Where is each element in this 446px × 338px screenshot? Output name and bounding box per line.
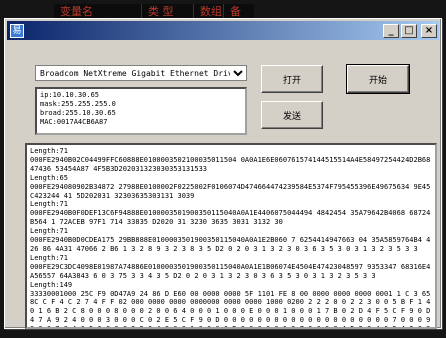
title-bar[interactable]: 易 _ □ × bbox=[7, 21, 439, 40]
maximize-button[interactable]: □ bbox=[401, 23, 417, 38]
app-icon: 易 bbox=[10, 23, 24, 38]
start-button[interactable]: 开始 bbox=[346, 64, 410, 94]
packet-log[interactable]: Length:71 000FE2940B02C04499FFC60888E010… bbox=[25, 143, 437, 329]
open-button[interactable]: 打开 bbox=[261, 65, 323, 93]
ip-info-box[interactable]: ip:10.10.30.65 mask:255.255.255.0 broad:… bbox=[35, 87, 247, 135]
minimize-button[interactable]: _ bbox=[383, 23, 399, 38]
driver-select[interactable]: Broadcom NetXtreme Gigabit Ethernet Driv… bbox=[35, 65, 247, 81]
close-button[interactable]: × bbox=[421, 23, 437, 38]
packet-tool-window: 易 _ □ × Broadcom NetXtreme Gigabit Ether… bbox=[4, 18, 442, 329]
send-button[interactable]: 发送 bbox=[261, 101, 323, 129]
